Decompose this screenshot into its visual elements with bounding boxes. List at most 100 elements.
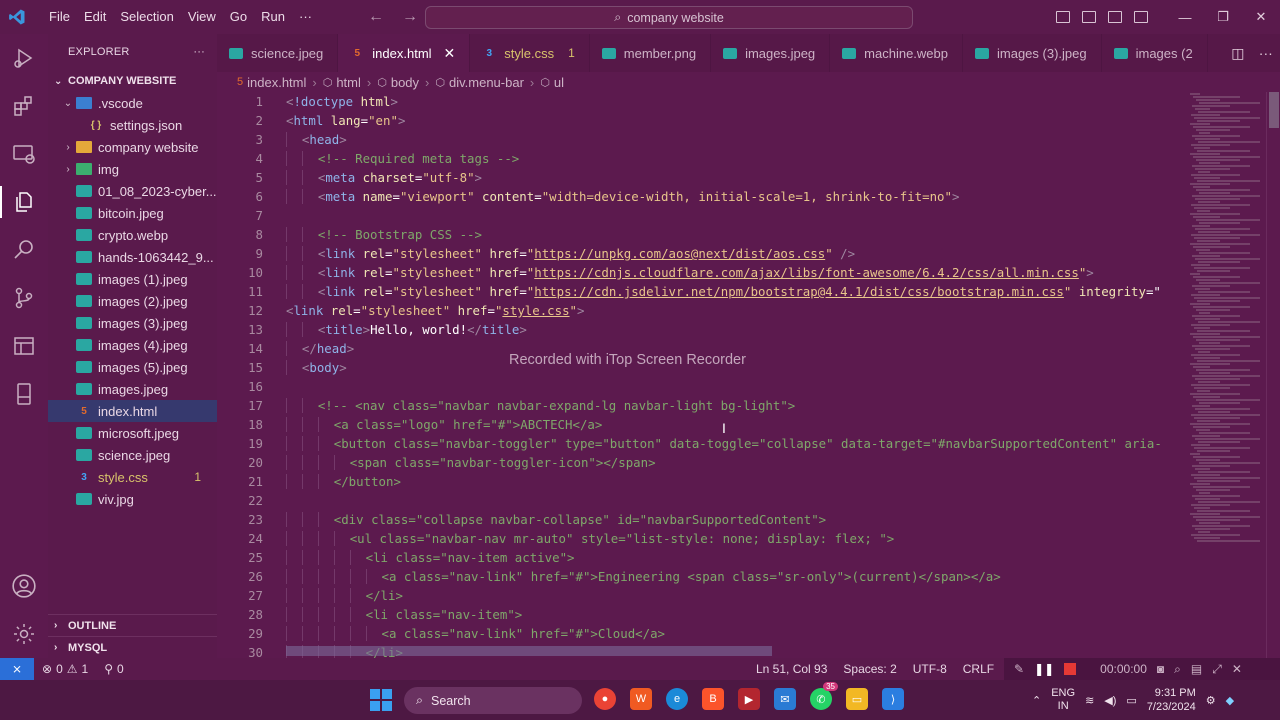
tree-item[interactable]: crypto.webp — [48, 224, 217, 246]
chrome-icon[interactable]: ● — [594, 688, 616, 710]
screen-recorder-app-icon[interactable]: ▶ — [738, 688, 760, 710]
settings-gear-icon[interactable] — [0, 610, 48, 658]
clock[interactable]: 9:31 PM 7/23/2024 — [1147, 686, 1196, 714]
tree-item[interactable]: 5 index.html — [48, 400, 217, 422]
problems-indicator[interactable]: ⊗ 0 ⚠ 1 — [34, 662, 96, 676]
pen-icon[interactable]: ✎ — [1014, 662, 1024, 676]
tree-item[interactable]: 01_08_2023-cyber... — [48, 180, 217, 202]
search-panel-icon[interactable] — [0, 226, 48, 274]
volume-icon[interactable]: ◀) — [1104, 694, 1116, 707]
command-center-search[interactable]: ⌕ company website — [425, 6, 913, 29]
language-indicator[interactable]: ENG IN — [1051, 687, 1075, 713]
tree-item[interactable]: bitcoin.jpeg — [48, 202, 217, 224]
battery-icon[interactable]: ▭ — [1126, 694, 1136, 707]
vertical-scrollbar[interactable] — [1266, 92, 1280, 658]
mail-icon[interactable]: ✉ — [774, 688, 796, 710]
tree-item[interactable]: images.jpeg — [48, 378, 217, 400]
breadcrumb-item[interactable]: body — [391, 75, 419, 90]
windows-start-icon[interactable] — [370, 689, 392, 711]
remote-explorer-icon[interactable] — [0, 130, 48, 178]
brave-icon[interactable]: B — [702, 688, 724, 710]
encoding[interactable]: UTF-8 — [905, 662, 955, 676]
tree-item[interactable]: images (3).jpeg — [48, 312, 217, 334]
pause-icon[interactable]: ❚❚ — [1034, 662, 1054, 676]
tree-item[interactable]: viv.jpg — [48, 488, 217, 510]
toggle-panel-icon[interactable] — [1082, 11, 1096, 23]
tree-item[interactable]: { } settings.json — [48, 114, 217, 136]
restore-button[interactable]: ❐ — [1204, 0, 1242, 34]
close-tab-icon[interactable]: ✕ — [444, 45, 456, 62]
tree-item[interactable]: images (1).jpeg — [48, 268, 217, 290]
editor-tab[interactable]: member.png — [590, 34, 712, 72]
editor-tab[interactable]: images (3).jpeg — [963, 34, 1102, 72]
tree-item[interactable]: images (5).jpeg — [48, 356, 217, 378]
workspace-folder-header[interactable]: ⌄ COMPANY WEBSITE — [48, 70, 217, 92]
menu-run[interactable]: Run — [254, 0, 292, 34]
close-recorder-icon[interactable]: ✕ — [1232, 662, 1242, 676]
more-actions-icon[interactable]: ··· — [1259, 45, 1273, 61]
vscode-taskbar-icon[interactable]: ⟩ — [882, 688, 904, 710]
copilot-icon[interactable]: ◆ — [1226, 694, 1234, 707]
indentation[interactable]: Spaces: 2 — [835, 662, 904, 676]
editor-tab[interactable]: images (2 — [1102, 34, 1208, 72]
code-editor[interactable]: 1 <!doctype html> 2 <html lang="en"> 3 <head… — [217, 92, 1190, 658]
editor-tab[interactable]: 3 style.css 1 — [470, 34, 590, 72]
ports-indicator[interactable]: ⚲ 0 — [96, 662, 131, 676]
minimap[interactable] — [1190, 92, 1266, 658]
expand-icon[interactable]: ⤢ — [1212, 662, 1222, 677]
editor-tab[interactable]: 5 index.html ✕ — [338, 34, 471, 72]
tree-item[interactable]: microsoft.jpeg — [48, 422, 217, 444]
panels-icon[interactable] — [0, 322, 48, 370]
tree-item[interactable]: 3 style.css 1 — [48, 466, 217, 488]
office-icon[interactable]: W — [630, 688, 652, 710]
run-debug-icon[interactable] — [0, 34, 48, 82]
taskbar-search[interactable]: ⌕ Search — [404, 687, 582, 714]
explorer-files-icon[interactable] — [0, 178, 48, 226]
editor-tab[interactable]: machine.webp — [830, 34, 963, 72]
edge-icon[interactable]: e — [666, 688, 688, 710]
tree-item[interactable]: hands-1063442_9... — [48, 246, 217, 268]
breadcrumb-item[interactable]: div.menu-bar — [449, 75, 524, 90]
database-icon[interactable] — [0, 370, 48, 418]
toggle-secondary-sidebar-icon[interactable] — [1108, 11, 1122, 23]
mysql-section[interactable]: › MYSQL — [48, 636, 217, 658]
menu-file[interactable]: File — [42, 0, 77, 34]
breadcrumb-item[interactable]: index.html — [247, 75, 306, 90]
scrollbar-thumb[interactable] — [1269, 92, 1279, 128]
editor-tab[interactable]: science.jpeg — [217, 34, 339, 72]
minimize-button[interactable]: — — [1166, 0, 1204, 34]
file-explorer-icon[interactable]: ▭ — [846, 688, 868, 710]
split-editor-icon[interactable]: ◫ — [1231, 45, 1244, 62]
wifi-icon[interactable]: ≋ — [1085, 694, 1094, 707]
tree-item[interactable]: images (2).jpeg — [48, 290, 217, 312]
tree-item[interactable]: science.jpeg — [48, 444, 217, 466]
breadcrumb-item[interactable]: ul — [554, 75, 564, 90]
forward-arrow-icon[interactable]: → — [402, 8, 418, 26]
explorer-more-actions[interactable]: ··· — [193, 46, 205, 58]
tree-item[interactable]: ⌄ .vscode — [48, 92, 217, 114]
tree-item[interactable]: › company website — [48, 136, 217, 158]
extensions-icon[interactable] — [0, 82, 48, 130]
toggle-primary-sidebar-icon[interactable] — [1056, 11, 1070, 23]
settings-icon[interactable]: ⚙ — [1206, 694, 1216, 707]
notes-icon[interactable]: ▤ — [1191, 662, 1202, 676]
outline-section[interactable]: › OUTLINE — [48, 614, 217, 636]
cursor-position[interactable]: Ln 51, Col 93 — [748, 662, 835, 676]
customize-layout-icon[interactable] — [1134, 11, 1148, 23]
tree-item[interactable]: images (4).jpeg — [48, 334, 217, 356]
close-window-button[interactable]: ✕ — [1242, 0, 1280, 34]
zoom-icon[interactable]: ⌕ — [1174, 662, 1181, 677]
menu-more[interactable]: ··· — [292, 0, 319, 34]
breadcrumb-item[interactable]: html — [336, 75, 361, 90]
editor-tab[interactable]: images.jpeg — [711, 34, 831, 72]
account-icon[interactable] — [0, 562, 48, 610]
chevron-up-icon[interactable]: ⌃ — [1032, 694, 1041, 707]
stop-record-button[interactable] — [1064, 663, 1077, 675]
menu-view[interactable]: View — [181, 0, 223, 34]
remote-indicator[interactable]: ⨯ — [0, 658, 34, 680]
menu-selection[interactable]: Selection — [113, 0, 180, 34]
camera-icon[interactable]: ◙ — [1157, 662, 1164, 676]
source-control-icon[interactable] — [0, 274, 48, 322]
horizontal-scrollbar[interactable] — [286, 646, 772, 656]
menu-go[interactable]: Go — [223, 0, 254, 34]
